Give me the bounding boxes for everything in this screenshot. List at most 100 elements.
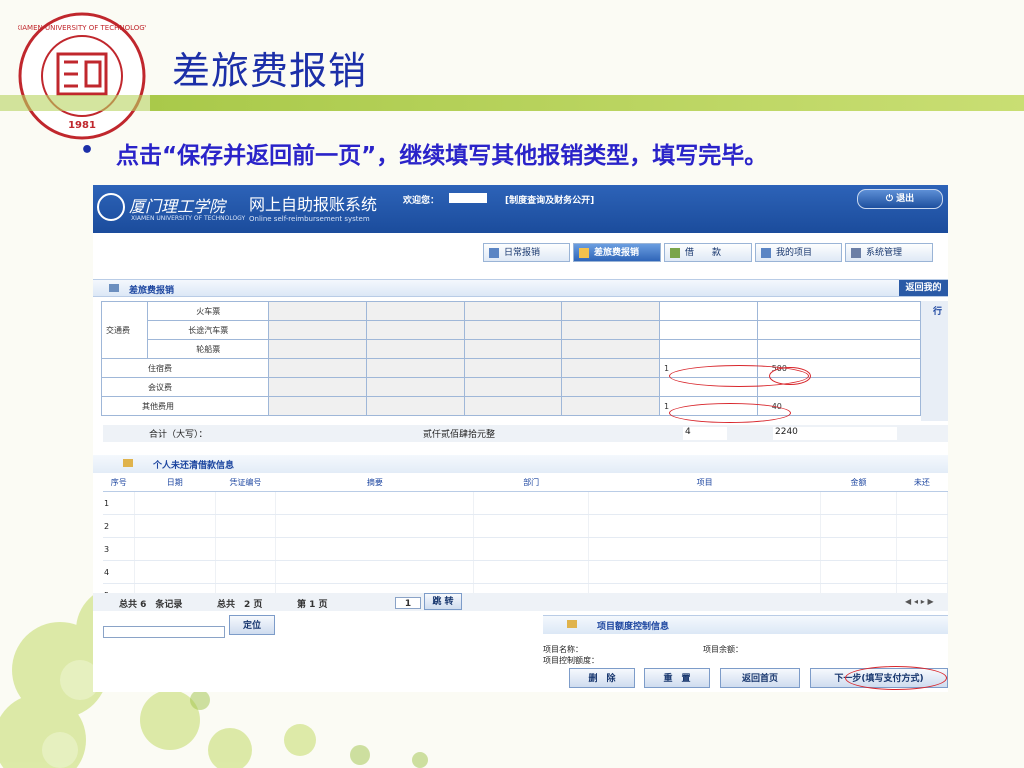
item-cell: 轮船票 (147, 339, 270, 359)
app-screenshot: 厦门理工学院 XIAMEN UNIVERSITY OF TECHNOLOGY 网… (93, 185, 948, 692)
nav-loan-label: 借 款 (685, 248, 722, 258)
column-header: 未还 (896, 473, 948, 492)
system-name: 网上自助报账系统 (249, 195, 378, 214)
project-section-title: 项目额度控制信息 (597, 622, 670, 632)
logout-label: 退出 (896, 194, 915, 204)
right-header: 行 (933, 307, 943, 317)
count-input[interactable] (659, 339, 758, 359)
form-icon (109, 284, 119, 292)
locate-button[interactable]: 定位 (229, 615, 275, 635)
nav-system[interactable]: 系统管理 (845, 243, 933, 262)
total-row: 合计（大写）： 贰仟贰佰肆拾元整 4 2240 (103, 425, 948, 442)
row-number: 1 (103, 491, 136, 515)
nav-travel[interactable]: 差旅费报销 (573, 243, 661, 262)
school-name: 厦门理工学院 (129, 197, 226, 216)
row-number: 3 (103, 537, 136, 561)
column-header: 日期 (134, 473, 215, 492)
table-row: 其他费用 1 40 (100, 396, 922, 416)
column-header: 项目 (588, 473, 821, 492)
nav-system-label: 系统管理 (866, 248, 903, 258)
reset-button[interactable]: 重 置 (644, 668, 710, 688)
jump-button[interactable]: 跳 转 (424, 593, 462, 610)
nav-bar: 日常报销 差旅费报销 借 款 我的项目 系统管理 (93, 233, 948, 271)
locate-input[interactable] (103, 626, 225, 638)
nav-projects-label: 我的项目 (776, 248, 813, 258)
total-records: 总共 6 条记录 (119, 600, 183, 610)
column-header: 凭证编号 (215, 473, 276, 492)
current-page: 第 1 页 (297, 600, 328, 610)
table-row[interactable]: 3 (103, 537, 948, 561)
amount-input[interactable] (756, 339, 922, 359)
item-cell: 其他费用 (100, 396, 270, 416)
amount-input[interactable] (756, 320, 922, 340)
table-row: 轮船票 (102, 339, 922, 359)
nav-loan[interactable]: 借 款 (664, 243, 752, 262)
logout-button[interactable]: ⏻ 退出 (857, 189, 943, 209)
slide-title: 差旅费报销 (172, 49, 368, 93)
nav-projects[interactable]: 我的项目 (755, 243, 842, 262)
column-header: 金额 (820, 473, 897, 492)
total-count: 4 (683, 427, 727, 440)
loans-section-header: 个人未还清借款信息 (93, 455, 948, 473)
total-text: 贰仟贰佰肆拾元整 (423, 430, 496, 440)
nav-daily-label: 日常报销 (504, 248, 541, 258)
count-input[interactable] (659, 320, 758, 340)
pagination-bar: 总共 6 条记录 总共 2 页 第 1 页 1 跳 转 ◀ ◂ ▸ ▶ (93, 593, 948, 611)
travel-section-header: 差旅费报销 (93, 279, 948, 297)
highlight-oval (669, 403, 791, 423)
delete-button[interactable]: 删 除 (569, 668, 635, 688)
school-seal-icon (97, 193, 125, 221)
table-row[interactable]: 4 (103, 560, 948, 584)
gear-icon (851, 248, 861, 258)
project-balance-label: 项目余额： (703, 645, 743, 654)
table-row[interactable]: 2 (103, 514, 948, 538)
column-header: 摘要 (275, 473, 474, 492)
welcome-label: 欢迎您： (403, 196, 440, 206)
logo-year: 1981 (68, 120, 96, 131)
table-header-row: 序号 日期 凭证编号 摘要 部门 项目 金额 未还 (103, 473, 948, 492)
university-logo: 1981 XIAMEN UNIVERSITY OF TECHNOLOGY (18, 12, 146, 140)
highlight-oval (845, 666, 947, 690)
notice-link[interactable]: [制度查询及财务公开] (505, 193, 594, 206)
car-icon (579, 248, 589, 258)
project-section-header: 项目额度控制信息 (543, 615, 948, 634)
back-mine-button[interactable]: 返回我的 (899, 280, 948, 296)
travel-section-title: 差旅费报销 (129, 286, 175, 296)
table-row: 长途汽车票 (102, 320, 922, 340)
header-bar (150, 95, 1024, 111)
money-icon (670, 248, 680, 258)
travel-expense-table: 交通费 火车票 长途汽车票 轮船票 住宿费 1 500 会议费 其他费用 1 4… (100, 301, 922, 416)
school-name-en: XIAMEN UNIVERSITY OF TECHNOLOGY (131, 215, 246, 222)
project-limit-label: 项目控制额度： (543, 656, 599, 665)
count-input[interactable] (659, 301, 758, 321)
page-arrows-icon[interactable]: ◀ ◂ ▸ ▶ (905, 597, 934, 606)
bullet-marker: • (80, 138, 95, 163)
logo-text: XIAMEN UNIVERSITY OF TECHNOLOGY (18, 24, 146, 32)
nav-travel-label: 差旅费报销 (594, 248, 640, 258)
loans-section-title: 个人未还清借款信息 (153, 461, 235, 471)
category-cell: 交通费 (100, 301, 149, 359)
nav-daily[interactable]: 日常报销 (483, 243, 570, 262)
page-input[interactable]: 1 (395, 597, 421, 609)
column-header: 部门 (473, 473, 589, 492)
right-column: 行 (921, 301, 948, 421)
folder-icon (567, 620, 577, 628)
item-cell: 火车票 (147, 301, 270, 321)
amount-input[interactable] (756, 301, 922, 321)
table-row[interactable]: 1 (103, 491, 948, 515)
item-cell: 住宿费 (100, 358, 270, 378)
folder-icon (123, 459, 133, 467)
row-number: 4 (103, 560, 136, 584)
total-pages: 总共 2 页 (217, 600, 263, 610)
item-cell: 会议费 (100, 377, 270, 397)
table-row: 交通费 火车票 (100, 301, 922, 359)
loans-table: 序号 日期 凭证编号 摘要 部门 项目 金额 未还 1 2 3 4 5 (103, 473, 948, 607)
highlight-oval (769, 367, 811, 385)
project-name-label: 项目名称： (543, 645, 583, 654)
list-icon (489, 248, 499, 258)
total-amount: 2240 (773, 427, 897, 440)
folder-icon (761, 248, 771, 258)
home-button[interactable]: 返回首页 (720, 668, 800, 688)
app-header: 厦门理工学院 XIAMEN UNIVERSITY OF TECHNOLOGY 网… (93, 185, 948, 233)
username-mask (449, 193, 487, 203)
